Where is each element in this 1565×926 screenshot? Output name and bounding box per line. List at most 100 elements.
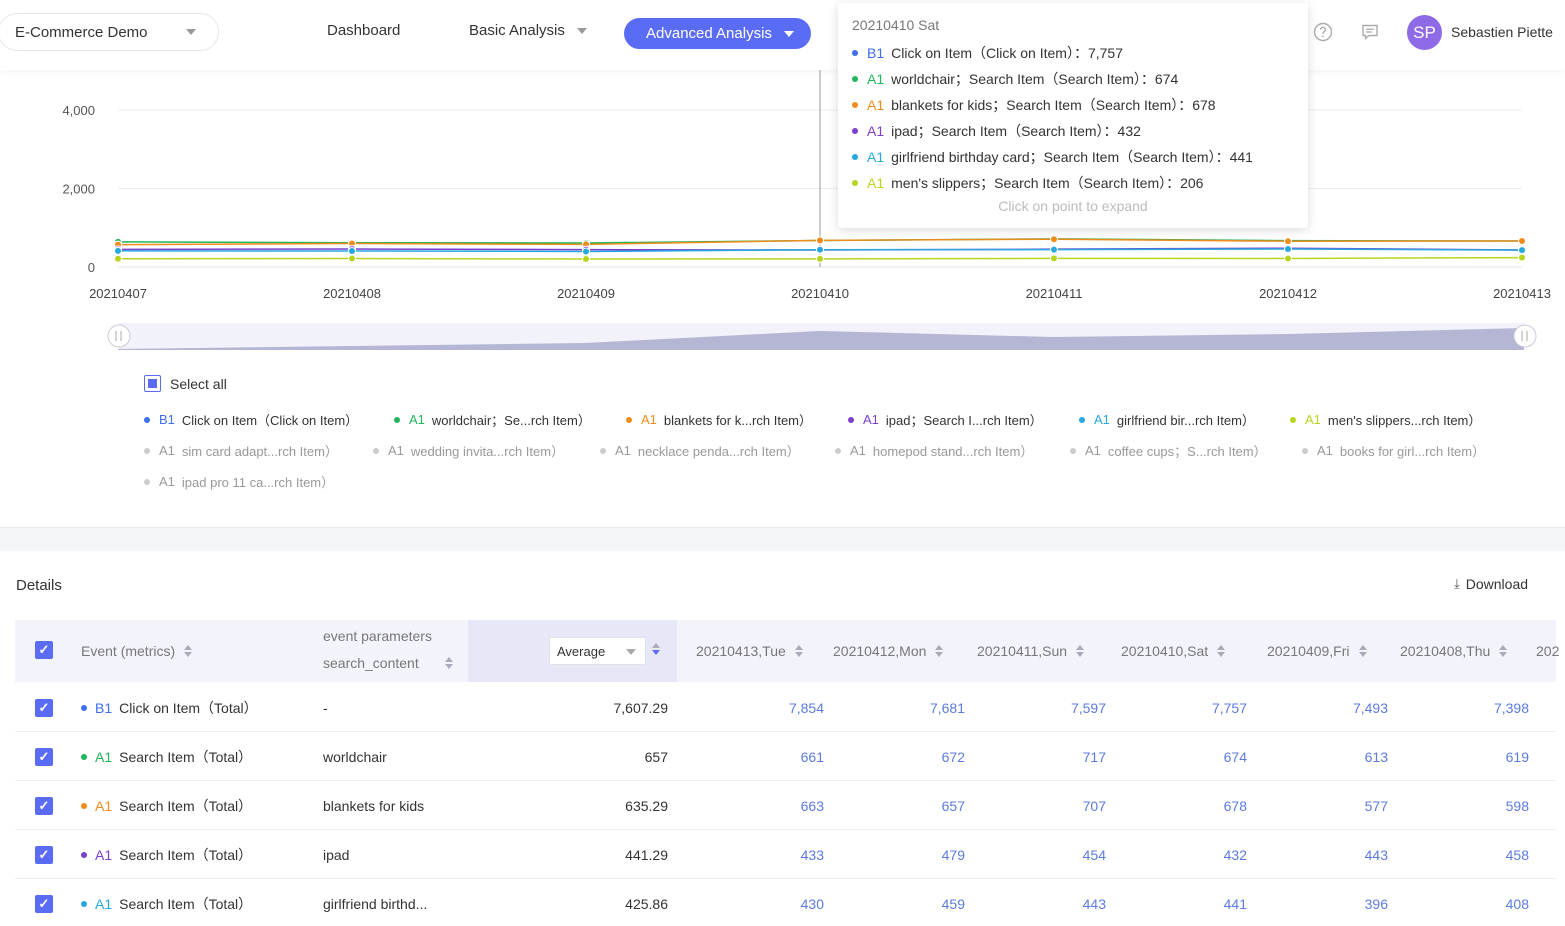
header-date-label: 202	[1536, 643, 1560, 659]
help-icon[interactable]	[1313, 22, 1333, 42]
row-value[interactable]: 657	[845, 781, 965, 830]
header-date[interactable]: 20210411,Sun	[977, 643, 1085, 659]
row-checkbox[interactable]: ✓	[35, 830, 53, 879]
download-button[interactable]: ⤓ Download	[1454, 576, 1528, 592]
row-value[interactable]: 717	[986, 732, 1106, 781]
line-chart[interactable]: 02,0004,000 20210407 20210408 20210409 2021…	[0, 70, 1565, 360]
legend-item[interactable]: A1 homepod stand...rch Item）	[835, 441, 1033, 460]
row-value[interactable]: 458	[1409, 830, 1529, 879]
legend-item[interactable]: A1 ipad pro 11 ca...rch Item）	[144, 472, 334, 491]
message-icon[interactable]	[1360, 22, 1380, 42]
legend-item[interactable]: A1 books for girl...rch Item）	[1302, 441, 1485, 460]
data-point[interactable]	[816, 245, 824, 254]
legend-tag: A1	[850, 443, 866, 458]
row-value[interactable]: 432	[1127, 830, 1247, 879]
row-value[interactable]: 396	[1268, 879, 1388, 926]
range-slider-left-handle[interactable]	[107, 324, 131, 348]
row-checkbox[interactable]: ✓	[35, 879, 53, 926]
row-value[interactable]: 7,681	[845, 683, 965, 732]
table-header: ✓ Event (metrics) event parameters searc…	[15, 620, 1559, 682]
row-value[interactable]: 433	[704, 830, 824, 879]
data-point[interactable]	[114, 246, 122, 255]
project-selector[interactable]: E-Commerce Demo	[0, 13, 219, 51]
row-value[interactable]: 441	[1127, 879, 1247, 926]
row-value[interactable]: 613	[1268, 732, 1388, 781]
data-point[interactable]	[816, 254, 824, 263]
row-checkbox[interactable]: ✓	[35, 781, 53, 830]
row-value[interactable]: 7,398	[1409, 683, 1529, 732]
header-date[interactable]: 20210413,Tue	[696, 643, 803, 659]
data-point[interactable]	[114, 254, 122, 263]
row-value[interactable]: 7,854	[704, 683, 824, 732]
row-value[interactable]: 674	[1127, 732, 1247, 781]
range-slider[interactable]	[107, 323, 1537, 350]
legend-item[interactable]: A1 worldchair；Se...rch Item）	[394, 410, 591, 429]
chart-tooltip: 20210410 Sat B1 Click on Item（Click on It…	[838, 3, 1308, 228]
row-value[interactable]: 7,597	[986, 683, 1106, 732]
row-value[interactable]: 678	[1127, 781, 1247, 830]
data-point[interactable]	[582, 254, 590, 263]
header-date[interactable]: 20210412,Mon	[833, 643, 944, 659]
row-value[interactable]: 443	[986, 879, 1106, 926]
row-value[interactable]: 454	[986, 830, 1106, 879]
row-value[interactable]: 661	[704, 732, 824, 781]
data-point[interactable]	[1050, 254, 1058, 263]
row-value[interactable]: 408	[1409, 879, 1529, 926]
legend-item[interactable]: A1 ipad；Search I...rch Item）	[848, 410, 1043, 429]
row-value[interactable]: 443	[1268, 830, 1388, 879]
row-value[interactable]: 619	[1409, 732, 1529, 781]
series-dot	[852, 102, 858, 108]
data-point[interactable]	[1050, 245, 1058, 254]
nav-basic-analysis[interactable]: Basic Analysis	[469, 22, 587, 39]
nav-dashboard[interactable]: Dashboard	[327, 22, 400, 39]
row-value[interactable]: 7,493	[1268, 683, 1388, 732]
average-select[interactable]: Average	[549, 637, 646, 665]
row-value[interactable]: 672	[845, 732, 965, 781]
header-param[interactable]: search_content	[323, 655, 453, 671]
data-point[interactable]	[1518, 236, 1526, 245]
row-value[interactable]: 7,757	[1127, 683, 1247, 732]
username[interactable]: Sebastien Piette	[1451, 24, 1553, 40]
data-point[interactable]	[1050, 235, 1058, 244]
data-point[interactable]	[582, 247, 590, 256]
select-all-checkbox[interactable]: Select all	[144, 375, 227, 392]
data-point[interactable]	[1284, 254, 1292, 263]
data-point[interactable]	[816, 236, 824, 245]
range-slider-right-handle[interactable]	[1513, 324, 1537, 348]
legend-item[interactable]: A1 necklace penda...rch Item）	[600, 441, 800, 460]
legend-item[interactable]: A1 girlfriend bir...rch Item）	[1079, 410, 1255, 429]
data-point[interactable]	[1284, 244, 1292, 253]
legend-item[interactable]: B1 Click on Item（Click on Item）	[144, 410, 358, 429]
data-point[interactable]	[348, 246, 356, 255]
row-checkbox[interactable]: ✓	[35, 732, 53, 781]
chevron-down-icon	[576, 27, 587, 34]
legend-item[interactable]: A1 coffee cups；S...rch Item）	[1070, 441, 1267, 460]
legend-item[interactable]: A1 men's slippers...rch Item）	[1290, 410, 1481, 429]
data-point[interactable]	[1284, 237, 1292, 246]
header-date[interactable]: 20210409,Fri	[1267, 643, 1367, 659]
header-date[interactable]: 20210408,Thu	[1400, 643, 1508, 659]
legend-item[interactable]: A1 sim card adapt...rch Item）	[144, 441, 338, 460]
row-value[interactable]: 430	[704, 879, 824, 926]
row-value[interactable]: 459	[845, 879, 965, 926]
row-value[interactable]: 479	[845, 830, 965, 879]
nav-advanced-analysis[interactable]: Advanced Analysis	[624, 18, 811, 49]
row-event: B1 Click on Item（Total）	[81, 683, 258, 732]
row-value[interactable]: 707	[986, 781, 1106, 830]
row-checkbox[interactable]: ✓	[35, 683, 53, 732]
header-date[interactable]: 202	[1536, 643, 1559, 659]
header-event[interactable]: Event (metrics)	[81, 643, 193, 659]
legend-item[interactable]: A1 blankets for k...rch Item）	[626, 410, 812, 429]
data-point[interactable]	[348, 254, 356, 263]
data-point[interactable]	[1518, 253, 1526, 262]
row-value[interactable]: 663	[704, 781, 824, 830]
row-value[interactable]: 598	[1409, 781, 1529, 830]
sort-icon	[652, 643, 660, 655]
header-date[interactable]: 20210410,Sat	[1121, 643, 1226, 659]
header-select-all-checkbox[interactable]: ✓	[35, 641, 53, 659]
data-point[interactable]	[1518, 246, 1526, 255]
average-sort[interactable]	[652, 643, 660, 655]
avatar[interactable]: SP	[1407, 15, 1442, 50]
legend-item[interactable]: A1 wedding invita...rch Item）	[373, 441, 564, 460]
row-value[interactable]: 577	[1268, 781, 1388, 830]
